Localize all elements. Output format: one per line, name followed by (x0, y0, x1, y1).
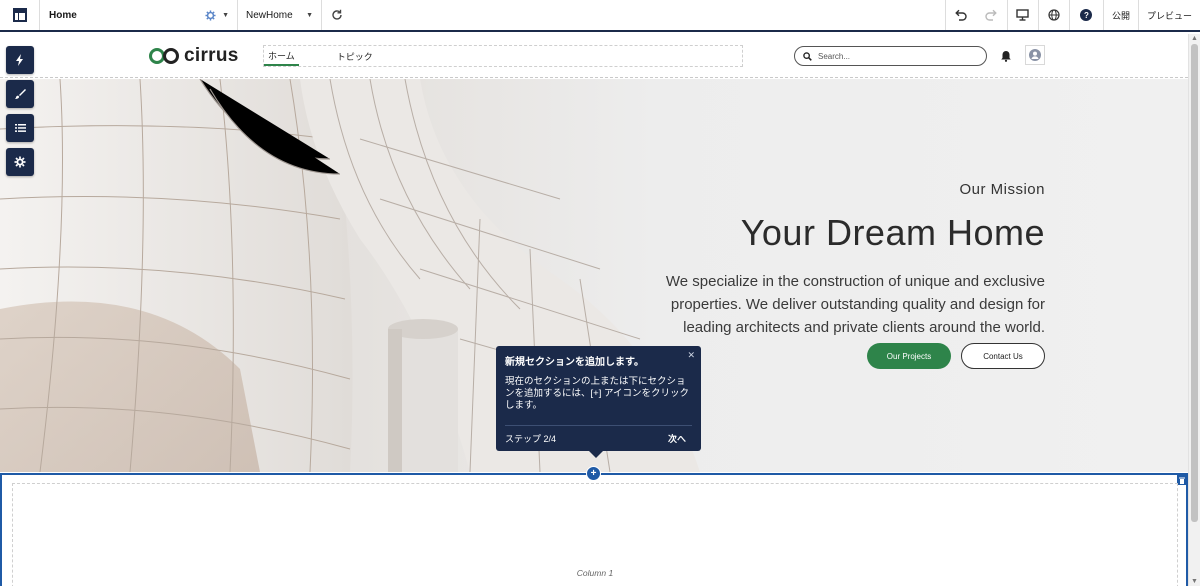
popover-body: 現在のセクションの上または下にセクションを追加するには、[+] アイコンをクリッ… (505, 376, 689, 411)
onboarding-popover: 新規セクションを追加します。 ✕ 現在のセクションの上または下にセクションを追加… (496, 346, 701, 458)
undo-icon (955, 9, 968, 21)
user-avatar[interactable] (1025, 45, 1045, 65)
theme-button[interactable] (6, 80, 34, 108)
settings-button[interactable] (6, 148, 34, 176)
hero-description: We specialize in the construction of uni… (665, 273, 1045, 336)
search-input[interactable] (818, 51, 968, 61)
cirrus-logo-icon (149, 48, 179, 64)
site-navigation: ホーム トピック (263, 45, 743, 67)
redo-icon (985, 9, 997, 21)
hero-actions: Our Projects Contact Us (867, 343, 1045, 369)
preview-button[interactable]: プレビュー (1137, 0, 1200, 30)
section-column[interactable]: Column 1 (12, 483, 1178, 586)
scrollbar-thumb[interactable] (1191, 44, 1198, 522)
popover-title: 新規セクションを追加します。 (505, 357, 644, 368)
refresh-button[interactable] (322, 0, 352, 30)
site-header: cirrus ホーム トピック (0, 34, 1188, 78)
page-name: Home (49, 9, 77, 21)
user-icon (1029, 49, 1041, 61)
hero-kicker: Our Mission (959, 181, 1045, 198)
builder-toolbar: Home ▼ NewHome ▼ ? 公開 プレビュー (0, 0, 1200, 32)
redo-button[interactable] (976, 0, 1007, 30)
add-section-plus-icon[interactable]: + (586, 466, 601, 481)
popover-footer: ステップ 2/4 次へ (505, 425, 692, 445)
undo-button[interactable] (944, 0, 976, 30)
nav-item-home[interactable]: ホーム (264, 46, 299, 66)
notifications-button[interactable] (1000, 49, 1012, 67)
globe-icon (1048, 9, 1060, 21)
desktop-icon (1016, 9, 1030, 21)
layout-icon (12, 8, 27, 22)
lightning-icon (16, 54, 23, 66)
contact-us-button[interactable]: Contact Us (961, 343, 1045, 369)
selected-section[interactable]: Column 1 (0, 475, 1188, 586)
bell-icon (1001, 51, 1011, 62)
help-button[interactable]: ? (1068, 0, 1103, 30)
refresh-icon (332, 9, 342, 20)
chevron-down-icon: ▼ (306, 11, 313, 19)
gear-icon (14, 156, 26, 168)
help-icon: ? (1080, 9, 1093, 21)
brand-logo[interactable]: cirrus (148, 45, 239, 67)
brand-name: cirrus (184, 45, 239, 66)
brush-icon (15, 89, 26, 99)
language-button[interactable] (1037, 0, 1069, 30)
page-selector[interactable]: Home ▼ (40, 0, 238, 30)
column-label: Column 1 (576, 568, 614, 578)
page-variation-selector[interactable]: NewHome ▼ (238, 0, 322, 30)
search-icon (803, 51, 812, 61)
chevron-down-icon[interactable]: ▼ (222, 12, 229, 19)
close-icon[interactable]: ✕ (687, 350, 695, 361)
list-icon (14, 124, 26, 132)
next-button[interactable]: 次へ (668, 432, 692, 445)
scroll-up-arrow-icon[interactable]: ▲ (1191, 35, 1198, 42)
our-projects-button[interactable]: Our Projects (867, 343, 951, 369)
builder-canvas: cirrus ホーム トピック Search... Our Mission Yo… (0, 34, 1188, 586)
tool-rail (6, 46, 34, 176)
hero-text-block: Our Mission Your Dream Home We specializ… (625, 181, 1045, 339)
page-structure-button[interactable] (6, 114, 34, 142)
page-settings-gear-icon[interactable] (205, 9, 216, 21)
scroll-down-arrow-icon[interactable]: ▼ (1191, 578, 1198, 585)
canvas-scrollbar[interactable]: ▲ ▼ (1188, 34, 1200, 586)
popover-step-indicator: ステップ 2/4 (505, 434, 557, 444)
site-search[interactable] (794, 46, 987, 66)
nav-item-topics[interactable]: トピック (333, 46, 377, 66)
variant-name: NewHome (246, 9, 293, 21)
hero-headline: Your Dream Home (740, 212, 1045, 253)
app-menu-button[interactable] (0, 0, 40, 30)
components-button[interactable] (6, 46, 34, 74)
device-preview-button[interactable] (1006, 0, 1038, 30)
publish-button[interactable]: 公開 (1102, 0, 1138, 30)
